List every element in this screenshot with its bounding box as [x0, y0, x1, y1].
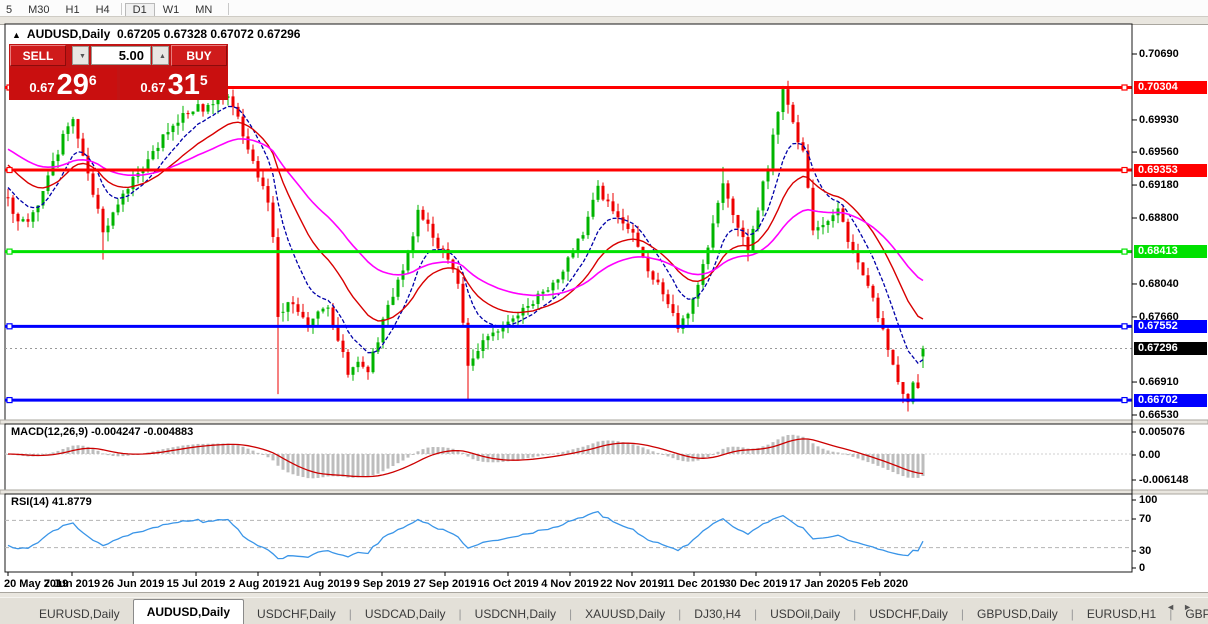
buy-price-main: 31	[167, 69, 200, 101]
sell-price-pip: 6	[88, 72, 97, 88]
line-handle	[6, 396, 13, 404]
line-handle	[1121, 166, 1128, 174]
tab-usdcnh-daily[interactable]: USDCNH,Daily	[462, 604, 569, 624]
price-axis-label: 0.68800	[1139, 212, 1179, 224]
level-price-badge: 0.70304	[1134, 80, 1207, 94]
volume-increase-button[interactable]: ▲	[152, 46, 169, 65]
chevron-up-icon: ▲	[159, 53, 166, 60]
tab-gbpusd-daily[interactable]: GBPUSD,Daily	[964, 604, 1071, 624]
buy-price-display[interactable]: 0.67 31 5	[120, 68, 228, 100]
date-axis-label: 11 Dec 2019	[662, 578, 726, 590]
rsi-axis-label: 30	[1139, 545, 1152, 557]
sell-button[interactable]: SELL	[10, 45, 66, 66]
tab-scroll-arrows: ◄►	[1166, 602, 1200, 612]
rsi-axis-label: 100	[1139, 494, 1158, 506]
macd-label: MACD(12,26,9) -0.004247 -0.004883	[11, 426, 194, 438]
price-axis-label: 0.68040	[1139, 277, 1179, 290]
date-axis-label: 7 Jun 2019	[43, 578, 101, 590]
buy-button[interactable]: BUY	[171, 45, 227, 66]
tab-eurusd-daily[interactable]: EURUSD,Daily	[26, 604, 133, 624]
date-axis-label: 16 Oct 2019	[477, 578, 539, 590]
sell-price-prefix: 0.67	[29, 80, 55, 95]
chart-symbol-label: AUDUSD,Daily	[26, 27, 111, 41]
date-axis-label: 4 Nov 2019	[541, 578, 599, 590]
date-axis-label: 17 Jan 2020	[789, 578, 851, 590]
tab-eurusd-h1[interactable]: EURUSD,H1	[1074, 604, 1169, 624]
buy-price-prefix: 0.67	[140, 80, 166, 95]
chevron-down-icon: ▼	[79, 53, 86, 60]
volume-input[interactable]	[91, 46, 151, 65]
price-axis-label: 0.69180	[1139, 179, 1179, 192]
date-axis-label: 9 Sep 2019	[353, 578, 411, 590]
rsi-label: RSI(14) 41.8779	[11, 496, 92, 508]
line-handle	[6, 166, 13, 174]
sell-price-display[interactable]: 0.67 29 6	[9, 68, 117, 100]
one-click-trading-panel: SELL ▼ ▲ BUY 0.67 29 6 0.67 31 5	[9, 44, 228, 100]
mt4-window: 5 M30 H1 H4 D1 W1 MN ▲ AUDUSD,Daily 0.67205 0.6…	[0, 0, 1208, 624]
chart-ohlc-values: 0.67205 0.67328 0.67072 0.67296	[116, 27, 301, 41]
sell-price-main: 29	[56, 69, 89, 101]
line-handle	[6, 323, 13, 330]
tab-usdchf-daily[interactable]: USDCHF,Daily	[244, 604, 349, 624]
collapse-icon[interactable]: ▲	[12, 30, 21, 40]
price-axis-label: 0.70690	[1139, 48, 1179, 60]
date-axis-label: 5 Feb 2020	[851, 578, 909, 590]
date-axis-label: 27 Sep 2019	[413, 578, 477, 590]
date-axis-label: 21 Aug 2019	[288, 578, 352, 590]
date-axis-label: 22 Nov 2019	[600, 578, 664, 590]
tab-usdcad-daily[interactable]: USDCAD,Daily	[352, 604, 459, 624]
line-handle	[1121, 248, 1128, 255]
chart-title: ▲ AUDUSD,Daily 0.67205 0.67328 0.67072 0.…	[12, 27, 300, 41]
line-handle	[1121, 396, 1128, 404]
level-price-badge: 0.68413	[1134, 245, 1207, 259]
tab-usdoil-daily[interactable]: USDOil,Daily	[757, 604, 853, 624]
line-handle	[6, 248, 13, 255]
tab-usdchf-daily[interactable]: USDCHF,Daily	[856, 604, 961, 624]
date-axis-label: 30 Dec 2019	[724, 578, 788, 590]
line-handle	[1121, 84, 1128, 91]
macd-axis-label: -0.006148	[1139, 474, 1189, 486]
level-price-badge: 0.66702	[1134, 393, 1207, 407]
bid-price-badge: 0.67296	[1134, 342, 1207, 356]
price-axis-label: 0.69930	[1139, 113, 1179, 126]
date-axis-label: 15 Jul 2019	[166, 578, 226, 590]
tab-dj30-h4[interactable]: DJ30,H4	[681, 604, 754, 624]
buy-price-pip: 5	[199, 72, 208, 88]
level-price-badge: 0.69353	[1134, 163, 1207, 177]
date-axis-label: 2 Aug 2019	[229, 578, 287, 590]
price-axis-label: 0.69560	[1139, 146, 1179, 159]
volume-decrease-button[interactable]: ▼	[72, 46, 89, 65]
chart-tabbar: EURUSD,Daily AUDUSD,Daily USDCHF,Daily | USD…	[0, 597, 1208, 624]
rsi-axis-label: 0	[1139, 562, 1146, 574]
macd-axis-label: 0.00	[1139, 449, 1161, 461]
tab-xauusd-daily[interactable]: XAUUSD,Daily	[572, 604, 678, 624]
macd-axis-label: 0.005076	[1139, 426, 1185, 438]
rsi-axis-label: 70	[1139, 513, 1152, 525]
tab-audusd-daily[interactable]: AUDUSD,Daily	[132, 599, 245, 624]
tab-scroll-left-icon[interactable]: ◄	[1166, 602, 1183, 612]
price-axis-label: 0.66910	[1139, 376, 1179, 389]
level-price-badge: 0.67552	[1134, 319, 1207, 333]
tab-scroll-right-icon[interactable]: ►	[1183, 602, 1200, 612]
line-handle	[1121, 323, 1128, 330]
price-axis-label: 0.66530	[1139, 409, 1179, 421]
date-axis-label: 26 Jun 2019	[101, 578, 165, 590]
